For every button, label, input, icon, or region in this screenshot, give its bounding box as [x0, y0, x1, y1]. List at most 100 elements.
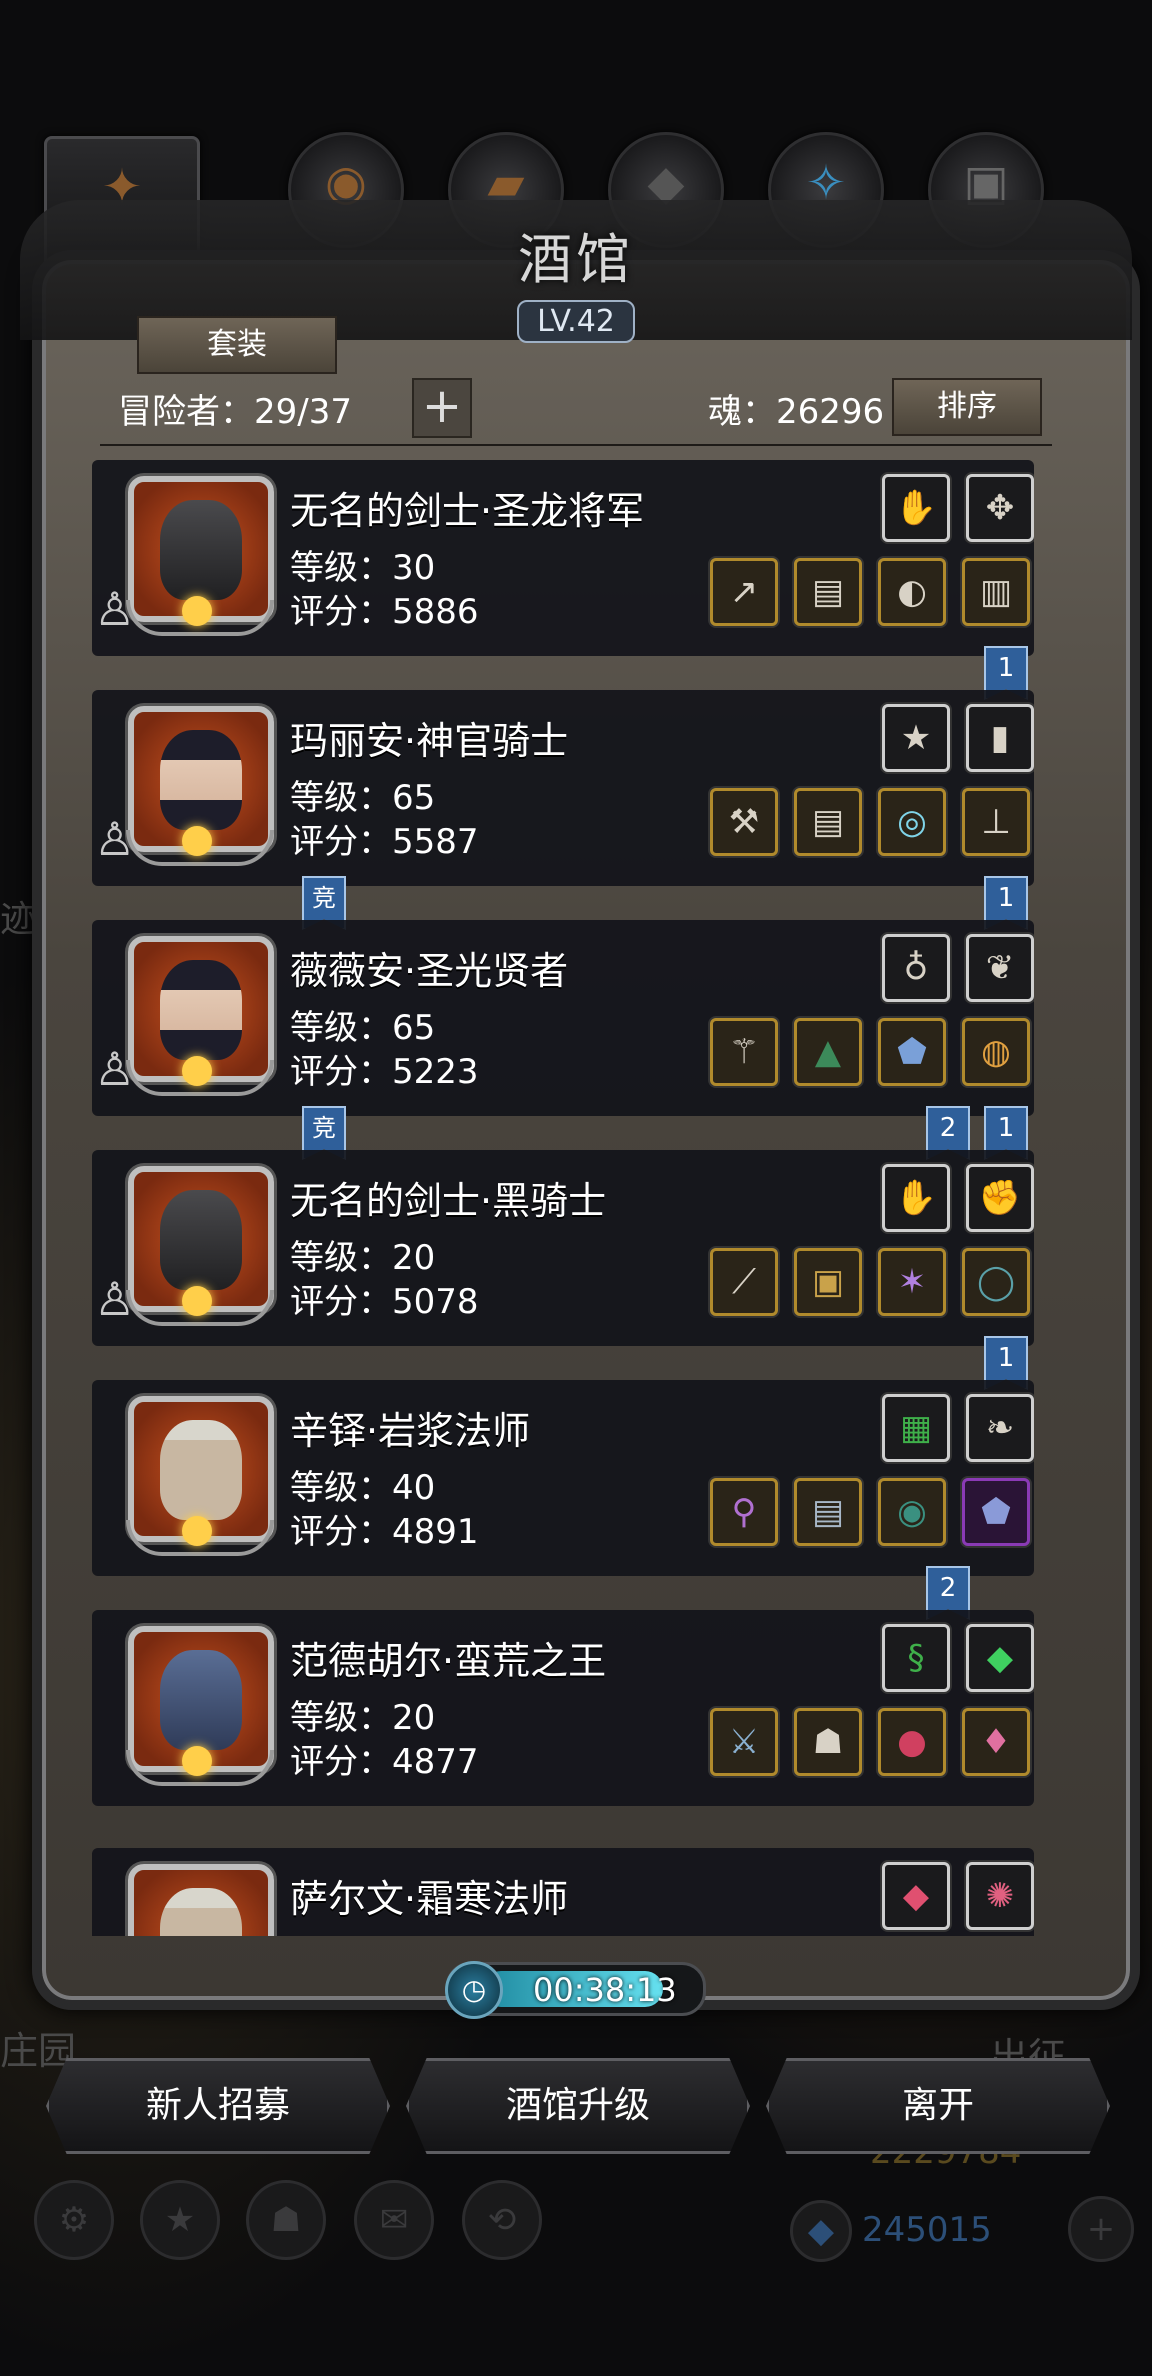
moon-icon [182, 1056, 212, 1086]
achievement-icon: ★ [140, 2180, 220, 2260]
elf-face [160, 1888, 242, 1936]
amulet-slot-icon[interactable]: ✥ [966, 474, 1034, 542]
pauldron-slot-icon[interactable]: ▣ [794, 1248, 862, 1316]
hero-score: 评分：4877 [290, 1742, 479, 1782]
hero-score: 评分：5223 [290, 1052, 479, 1092]
add-slot-button[interactable]: + [412, 378, 472, 438]
serpent-slot-icon[interactable]: § [882, 1624, 950, 1692]
hero-row[interactable]: ♙ 无名的剑士·圣龙将军 等级：30 评分：5886 ✋ ✥ ↗ ▤ ◐ ▥ [92, 460, 1034, 656]
spear-slot-icon[interactable]: ↗ [710, 558, 778, 626]
orb-slot-icon[interactable]: ● [878, 1708, 946, 1776]
hero-score: 评分：4891 [290, 1512, 479, 1552]
helmet-face [160, 1190, 242, 1290]
hero-level: 等级 [290, 1928, 358, 1936]
moon-icon [182, 1516, 212, 1546]
gauntlet-slot-icon[interactable]: ✋ [882, 474, 950, 542]
bracer-slot-icon[interactable]: ◐ [878, 558, 946, 626]
gem-slot-icon[interactable]: ◆ [882, 1862, 950, 1930]
soul-count: 魂：26296 [708, 392, 885, 432]
tome-slot-icon[interactable]: ▮ [966, 704, 1034, 772]
hero-name: 萨尔文·霜寒法师 [290, 1877, 569, 1921]
sort-button[interactable]: 排序 [892, 378, 1042, 436]
skull-armor-slot-icon[interactable]: ☗ [794, 1708, 862, 1776]
glove-slot-icon[interactable]: ✊ [966, 1164, 1034, 1232]
ring-slot-icon[interactable]: ◯ [962, 1248, 1030, 1316]
timer-text: 00:38:13 [533, 1971, 677, 2009]
helm-slot-icon[interactable]: ▥ [962, 558, 1030, 626]
hero-name: 玛丽安·神官骑士 [290, 719, 569, 763]
helmet-face [160, 500, 242, 600]
hero-name: 辛铎·岩浆法师 [290, 1409, 531, 1453]
hero-name: 薇薇安·圣光贤者 [290, 949, 569, 993]
shield-slot-icon[interactable]: ⬟ [878, 1018, 946, 1086]
set-button[interactable]: 套装 [137, 316, 337, 374]
rune-slot-icon[interactable]: ◎ [878, 788, 946, 856]
shield-slot-icon[interactable]: ⬟ [962, 1478, 1030, 1546]
hero-level: 等级：65 [290, 778, 436, 818]
hero-list[interactable]: ♙ 无名的剑士·圣龙将军 等级：30 评分：5886 ✋ ✥ ↗ ▤ ◐ ▥ 1… [92, 460, 1034, 1936]
armor-slot-icon[interactable]: ▤ [794, 788, 862, 856]
hero-row[interactable]: 辛铎·岩浆法师 等级：40 评分：4891 ▦ ❧ ⚲ ▤ ◉ ⬟ [92, 1380, 1034, 1576]
feather-slot-icon[interactable]: ❧ [966, 1394, 1034, 1462]
header-divider [100, 444, 1052, 446]
upgrade-button[interactable]: 酒馆升级 [406, 2058, 750, 2154]
hero-level: 等级：65 [290, 1008, 436, 1048]
coral-slot-icon[interactable]: ✺ [966, 1862, 1034, 1930]
star-slot-icon[interactable]: ★ [882, 704, 950, 772]
leave-button[interactable]: 离开 [766, 2058, 1110, 2154]
emerald-slot-icon[interactable]: ◆ [966, 1624, 1034, 1692]
hero-score: 评分：5078 [290, 1282, 479, 1322]
hero-row[interactable]: 萨尔文·霜寒法师 等级 ◆ ✺ [92, 1848, 1034, 1936]
adventurer-count: 冒险者：29/37 [118, 392, 352, 432]
boots-slot-icon[interactable]: ⊥ [962, 788, 1030, 856]
mace-slot-icon[interactable]: ⚒ [710, 788, 778, 856]
hero-level: 等级：20 [290, 1698, 436, 1738]
tavern-crest: 酒馆 LV.42 [456, 215, 696, 345]
gauntlet-slot-icon[interactable]: ✋ [882, 1164, 950, 1232]
moon-icon [182, 596, 212, 626]
share-icon: ⟲ [462, 2180, 542, 2260]
plus-icon: + [1068, 2196, 1134, 2262]
tavern-level: LV.42 [517, 300, 635, 343]
hero-portrait[interactable] [128, 1864, 274, 1936]
leaf-slot-icon[interactable]: ❦ [966, 934, 1034, 1002]
rapier-slot-icon[interactable]: ⟋ [710, 1248, 778, 1316]
spellbook-slot-icon[interactable]: ▦ [882, 1394, 950, 1462]
axe-slot-icon[interactable]: ⚔ [710, 1708, 778, 1776]
tavern-timer: ◷ 00:38:13 [445, 1961, 706, 2019]
side-text: 迹 [0, 899, 37, 940]
robe-slot-icon[interactable]: ▤ [794, 1478, 862, 1546]
gem-icon: ◆ [790, 2200, 852, 2262]
hero-row[interactable]: 范德胡尔·蛮荒之王 等级：20 评分：4877 § ◆ ⚔ ☗ ● ♦ [92, 1610, 1034, 1806]
spark-slot-icon[interactable]: ✶ [878, 1248, 946, 1316]
moon-icon [182, 1286, 212, 1316]
armor-slot-icon[interactable]: ▤ [794, 558, 862, 626]
settings-icon: ⚙ [34, 2180, 114, 2260]
hero-row[interactable]: ♙ 无名的剑士·黑骑士 等级：20 评分：5078 ✋ ✊ ⟋ ▣ ✶ ◯ [92, 1150, 1034, 1346]
hero-name: 无名的剑士·圣龙将军 [290, 489, 645, 533]
guild-icon: ☗ [246, 2180, 326, 2260]
hero-name: 范德胡尔·蛮荒之王 [290, 1639, 607, 1683]
priestess-face [160, 730, 242, 830]
hero-row[interactable]: ♙ 玛丽安·神官骑士 等级：65 评分：5587 ★ ▮ ⚒ ▤ ◎ ⊥ [92, 690, 1034, 886]
hero-name: 无名的剑士·黑骑士 [290, 1179, 607, 1223]
hammer-slot-icon[interactable]: ⚚ [710, 1018, 778, 1086]
hero-level: 等级：30 [290, 548, 436, 588]
staff-slot-icon[interactable]: ⚲ [710, 1478, 778, 1546]
pendant-slot-icon[interactable]: ♦ [962, 1708, 1030, 1776]
priestess-face [160, 960, 242, 1060]
hero-row[interactable]: ♙ 薇薇安·圣光贤者 等级：65 评分：5223 ♁ ❦ ⚚ ▲ ⬟ ◍ [92, 920, 1034, 1116]
moon-icon [182, 826, 212, 856]
bracelet-slot-icon[interactable]: ◉ [878, 1478, 946, 1546]
hero-score: 评分：5886 [290, 592, 479, 632]
hero-score: 评分：5587 [290, 822, 479, 862]
tavern-title: 酒馆 [518, 228, 634, 291]
moon-icon [182, 1746, 212, 1776]
cloak-slot-icon[interactable]: ▲ [794, 1018, 862, 1086]
necklace-slot-icon[interactable]: ♁ [882, 934, 950, 1002]
mail-icon: ✉ [354, 2180, 434, 2260]
recruit-button[interactable]: 新人招募 [46, 2058, 390, 2154]
beast-king-face [160, 1650, 242, 1750]
hero-level: 等级：40 [290, 1468, 436, 1508]
ring-slot-icon[interactable]: ◍ [962, 1018, 1030, 1086]
